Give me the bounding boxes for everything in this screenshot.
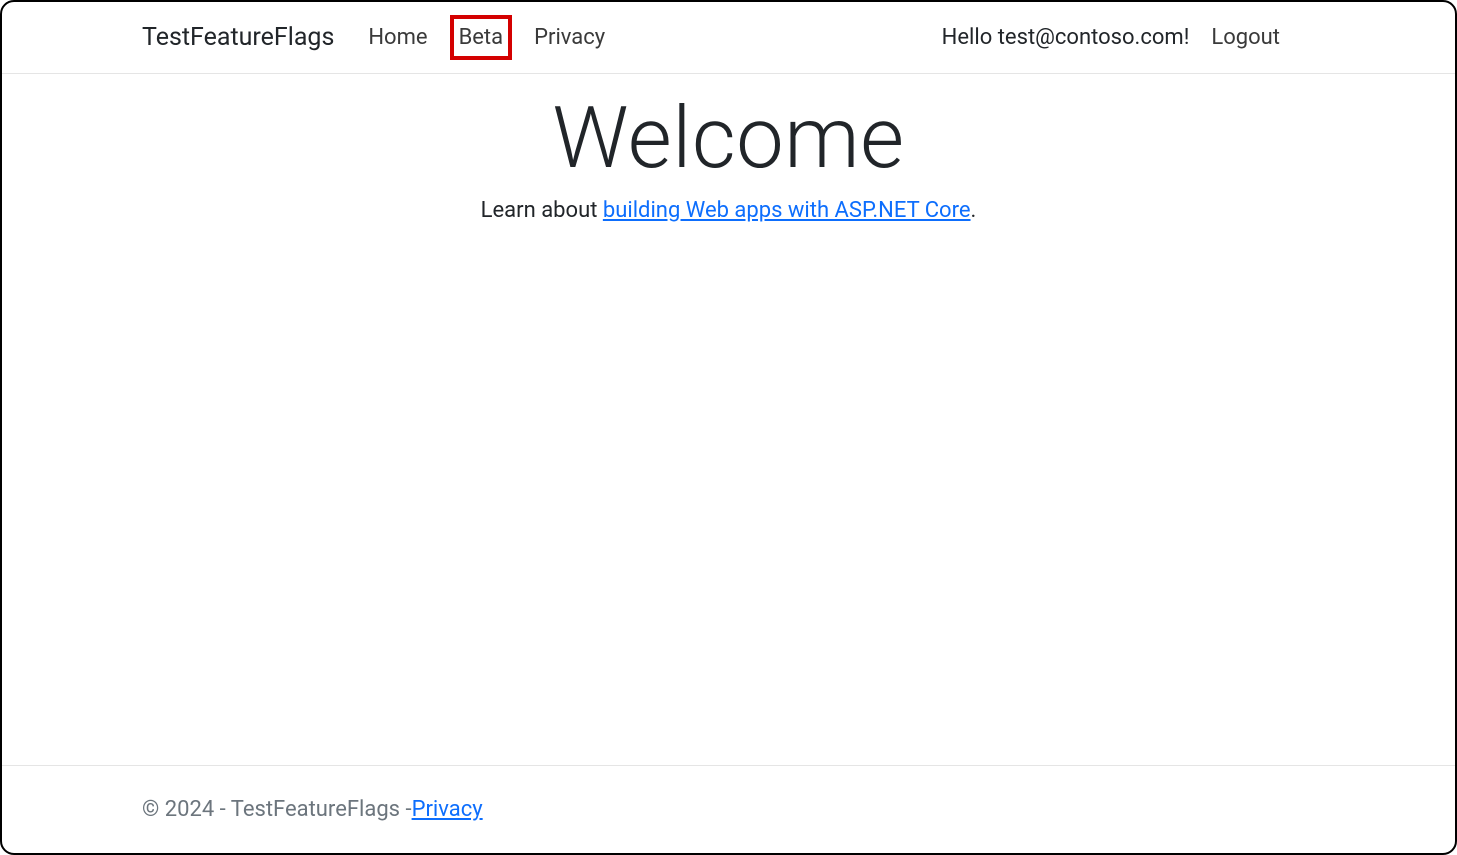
brand-title[interactable]: TestFeatureFlags <box>142 23 334 52</box>
nav-privacy[interactable]: Privacy <box>530 23 609 52</box>
app-window: TestFeatureFlags Home Beta Privacy Hello… <box>0 0 1457 855</box>
footer-copyright: © 2024 - TestFeatureFlags - <box>142 797 412 822</box>
lead-text: Learn about building Web apps with ASP.N… <box>481 198 977 223</box>
user-greeting: Hello test@contoso.com! <box>942 25 1190 50</box>
nav-left: Home Beta Privacy <box>364 15 609 60</box>
footer: © 2024 - TestFeatureFlags - Privacy <box>2 765 1455 853</box>
navbar: TestFeatureFlags Home Beta Privacy Hello… <box>2 2 1455 74</box>
nav-beta[interactable]: Beta <box>450 15 513 60</box>
footer-privacy-link[interactable]: Privacy <box>412 797 483 822</box>
lead-link[interactable]: building Web apps with ASP.NET Core <box>603 198 971 223</box>
nav-home[interactable]: Home <box>364 23 431 52</box>
page-title: Welcome <box>552 88 904 188</box>
lead-prefix: Learn about <box>481 198 603 223</box>
main-content: Welcome Learn about building Web apps wi… <box>2 74 1455 765</box>
lead-suffix: . <box>971 198 977 223</box>
nav-right: Hello test@contoso.com! Logout <box>942 25 1425 50</box>
logout-button[interactable]: Logout <box>1211 25 1280 50</box>
